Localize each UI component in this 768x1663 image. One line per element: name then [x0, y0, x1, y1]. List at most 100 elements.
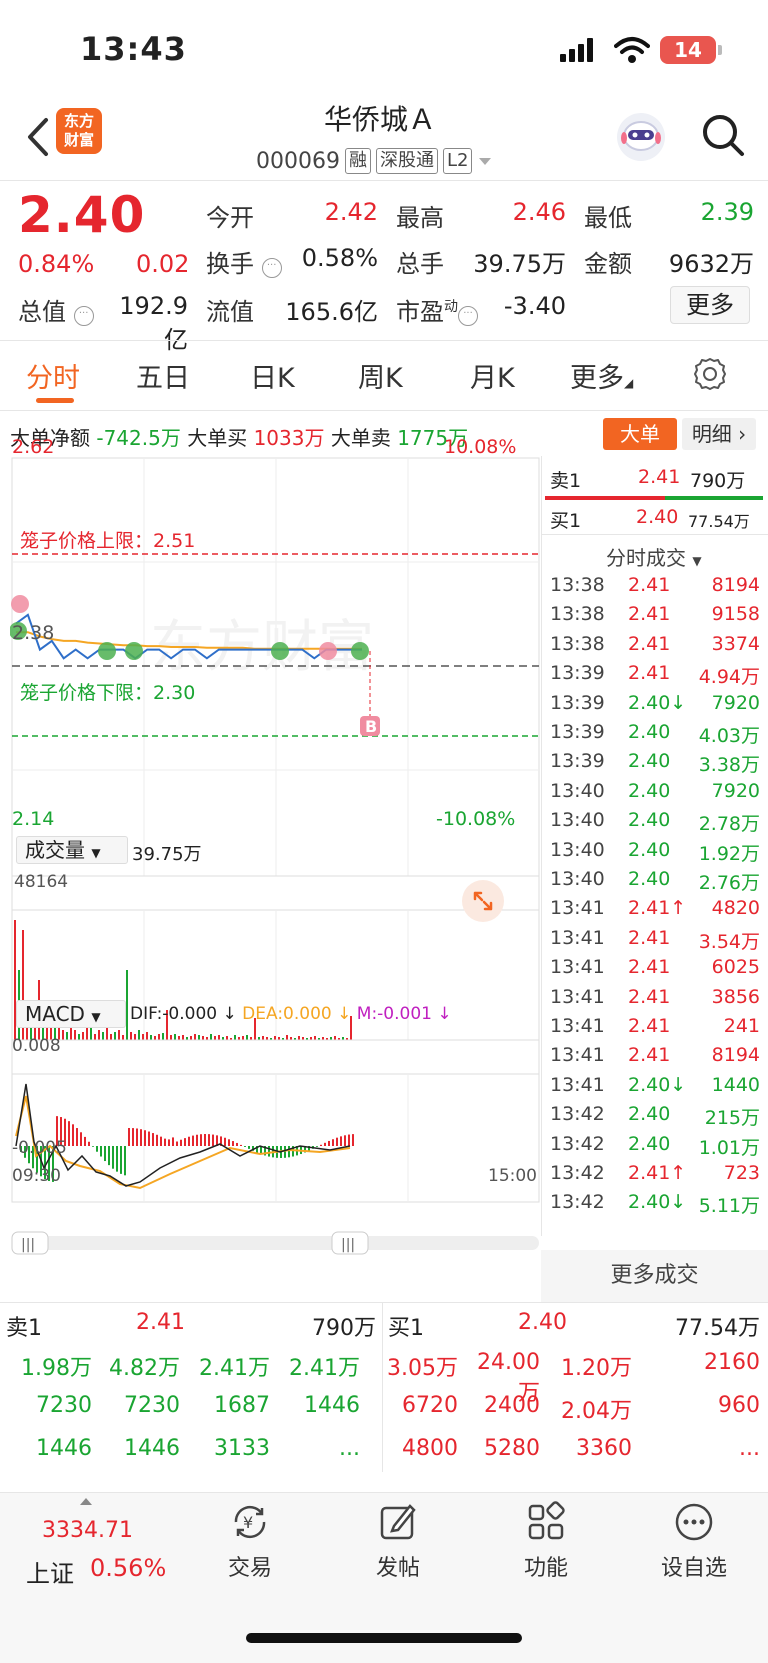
- volume-bar: [226, 1036, 228, 1040]
- more-button[interactable]: 更多: [670, 286, 750, 324]
- nav-trade[interactable]: ¥ 交易: [190, 1500, 310, 1582]
- macd-bar: [144, 1130, 146, 1146]
- more-ticks-button[interactable]: 更多成交: [541, 1250, 768, 1302]
- trade-marker[interactable]: [271, 642, 289, 660]
- macd-bar: [244, 1146, 246, 1147]
- queue-cell: 1446: [124, 1436, 180, 1461]
- last-price: 2.40: [18, 186, 146, 244]
- nav-functions[interactable]: 功能: [486, 1500, 606, 1582]
- robot-assistant-icon[interactable]: [614, 110, 668, 164]
- macd-bar: [116, 1146, 118, 1172]
- volume-bar: [314, 1036, 316, 1040]
- index-pct[interactable]: 0.56%: [90, 1554, 166, 1582]
- tick-time: 13:40: [550, 868, 605, 890]
- tick-volume: 8194: [711, 574, 760, 596]
- ticks-header[interactable]: 分时成交 ▼: [606, 542, 702, 571]
- trade-marker[interactable]: [98, 642, 116, 660]
- volume-bar: [210, 1034, 212, 1040]
- macd-bar: [200, 1134, 202, 1146]
- svg-text:|||: |||: [341, 1237, 355, 1253]
- volume-bar: [66, 1032, 68, 1040]
- expand-icon[interactable]: [462, 880, 504, 922]
- queue-cell: 1446: [36, 1436, 92, 1461]
- queue-cell: 1.98万: [21, 1356, 92, 1381]
- macd-selector[interactable]: MACD ▼: [16, 1000, 126, 1028]
- macd-bar: [340, 1136, 342, 1146]
- macd-bar: [336, 1137, 338, 1146]
- macd-bar: [136, 1128, 138, 1146]
- trade-marker[interactable]: [319, 642, 337, 660]
- queue-cell: 3.05万: [387, 1356, 458, 1381]
- tab-five-day[interactable]: 五日: [136, 356, 190, 395]
- stock-code-row[interactable]: 000069 融 深股通 L2: [256, 146, 493, 176]
- detail-button[interactable]: 明细 ›: [682, 418, 756, 450]
- info-icon[interactable]: ···: [73, 306, 94, 326]
- queue-cell: 5280: [484, 1436, 540, 1461]
- tab-daily-k[interactable]: 日K: [250, 356, 295, 395]
- status-time: 13:43: [80, 30, 187, 68]
- big-buy-label: 大单买: [187, 426, 248, 450]
- volume-bar: [154, 1036, 156, 1040]
- macd-bar: [212, 1134, 214, 1146]
- buy1-vol: 77.54万: [688, 512, 750, 531]
- tag-level2: L2: [442, 148, 473, 174]
- volume-bar: [118, 1030, 120, 1040]
- trade-marker[interactable]: [11, 595, 29, 613]
- volume-bar: [298, 1036, 300, 1040]
- back-arrow-icon[interactable]: [18, 112, 58, 162]
- index-value[interactable]: 3334.71: [42, 1518, 133, 1543]
- tick-volume: 215万: [704, 1107, 760, 1130]
- float-value: 165.6亿: [285, 298, 378, 326]
- big-order-button[interactable]: 大单: [603, 418, 677, 450]
- queue-cell: 2.41万: [199, 1356, 270, 1381]
- gear-icon[interactable]: [692, 356, 728, 392]
- macd-bar: [156, 1134, 158, 1146]
- change-amount: 0.02: [136, 250, 190, 278]
- info-icon[interactable]: ···: [261, 258, 282, 278]
- trade-marker[interactable]: [125, 642, 143, 660]
- logo-line-1: 东方: [63, 112, 94, 130]
- index-name[interactable]: 上证: [26, 1554, 74, 1589]
- volume-bar: [134, 1034, 136, 1040]
- high-value: 2.46: [512, 198, 566, 226]
- volume-bar: [214, 1036, 216, 1040]
- amount-label: 金额: [584, 250, 632, 278]
- big-order-summary: 大单净额 -742.5万 大单买 1033万 大单卖 1775万: [10, 422, 468, 451]
- tick-volume: 6025: [711, 956, 760, 979]
- tab-intraday[interactable]: 分时: [26, 356, 80, 395]
- ob-sell1-label: 卖1: [6, 1316, 42, 1341]
- tab-monthly-k[interactable]: 月K: [470, 356, 515, 395]
- macd-bar: [124, 1146, 126, 1176]
- macd-bars: [20, 1116, 354, 1182]
- nav-post[interactable]: 发帖: [338, 1500, 458, 1582]
- ob-sell1-vol: 790万: [312, 1316, 376, 1341]
- y-max-label: 2.62: [12, 436, 55, 458]
- float-label: 流值: [206, 298, 254, 326]
- macd-bar: [348, 1134, 350, 1146]
- trade-marker[interactable]: [351, 642, 369, 660]
- tab-weekly-k[interactable]: 周K: [358, 356, 403, 395]
- queue-cell: 7230: [36, 1393, 92, 1418]
- queue-cell: 1446: [304, 1393, 360, 1418]
- macd-bar: [96, 1146, 98, 1152]
- info-icon[interactable]: ···: [458, 306, 478, 326]
- tick-price: 2.40: [628, 868, 671, 890]
- macd-bar: [232, 1141, 234, 1146]
- macd-bar: [160, 1136, 162, 1146]
- queue-cell: 3133: [214, 1436, 270, 1461]
- tick-time: 13:41: [550, 926, 605, 949]
- tab-more[interactable]: 更多◢: [570, 356, 633, 395]
- intraday-chart[interactable]: 东方财富 B ||| |||: [10, 456, 541, 1286]
- queue-cell: 4800: [402, 1436, 458, 1461]
- ob-buy1-price: 2.40: [518, 1310, 567, 1335]
- nav-add-watchlist[interactable]: 设自选: [634, 1500, 754, 1582]
- search-icon[interactable]: [700, 112, 746, 158]
- tick-volume: 5.11万: [698, 1195, 760, 1218]
- macd-bar: [180, 1139, 182, 1146]
- volume-selector[interactable]: 成交量 ▼: [16, 836, 128, 864]
- tick-price: 2.41: [628, 662, 671, 685]
- queue-cell: 2.41万: [289, 1356, 360, 1381]
- divider: [0, 410, 768, 411]
- tab-underline: [36, 398, 74, 403]
- tag-margin: 融: [344, 148, 371, 174]
